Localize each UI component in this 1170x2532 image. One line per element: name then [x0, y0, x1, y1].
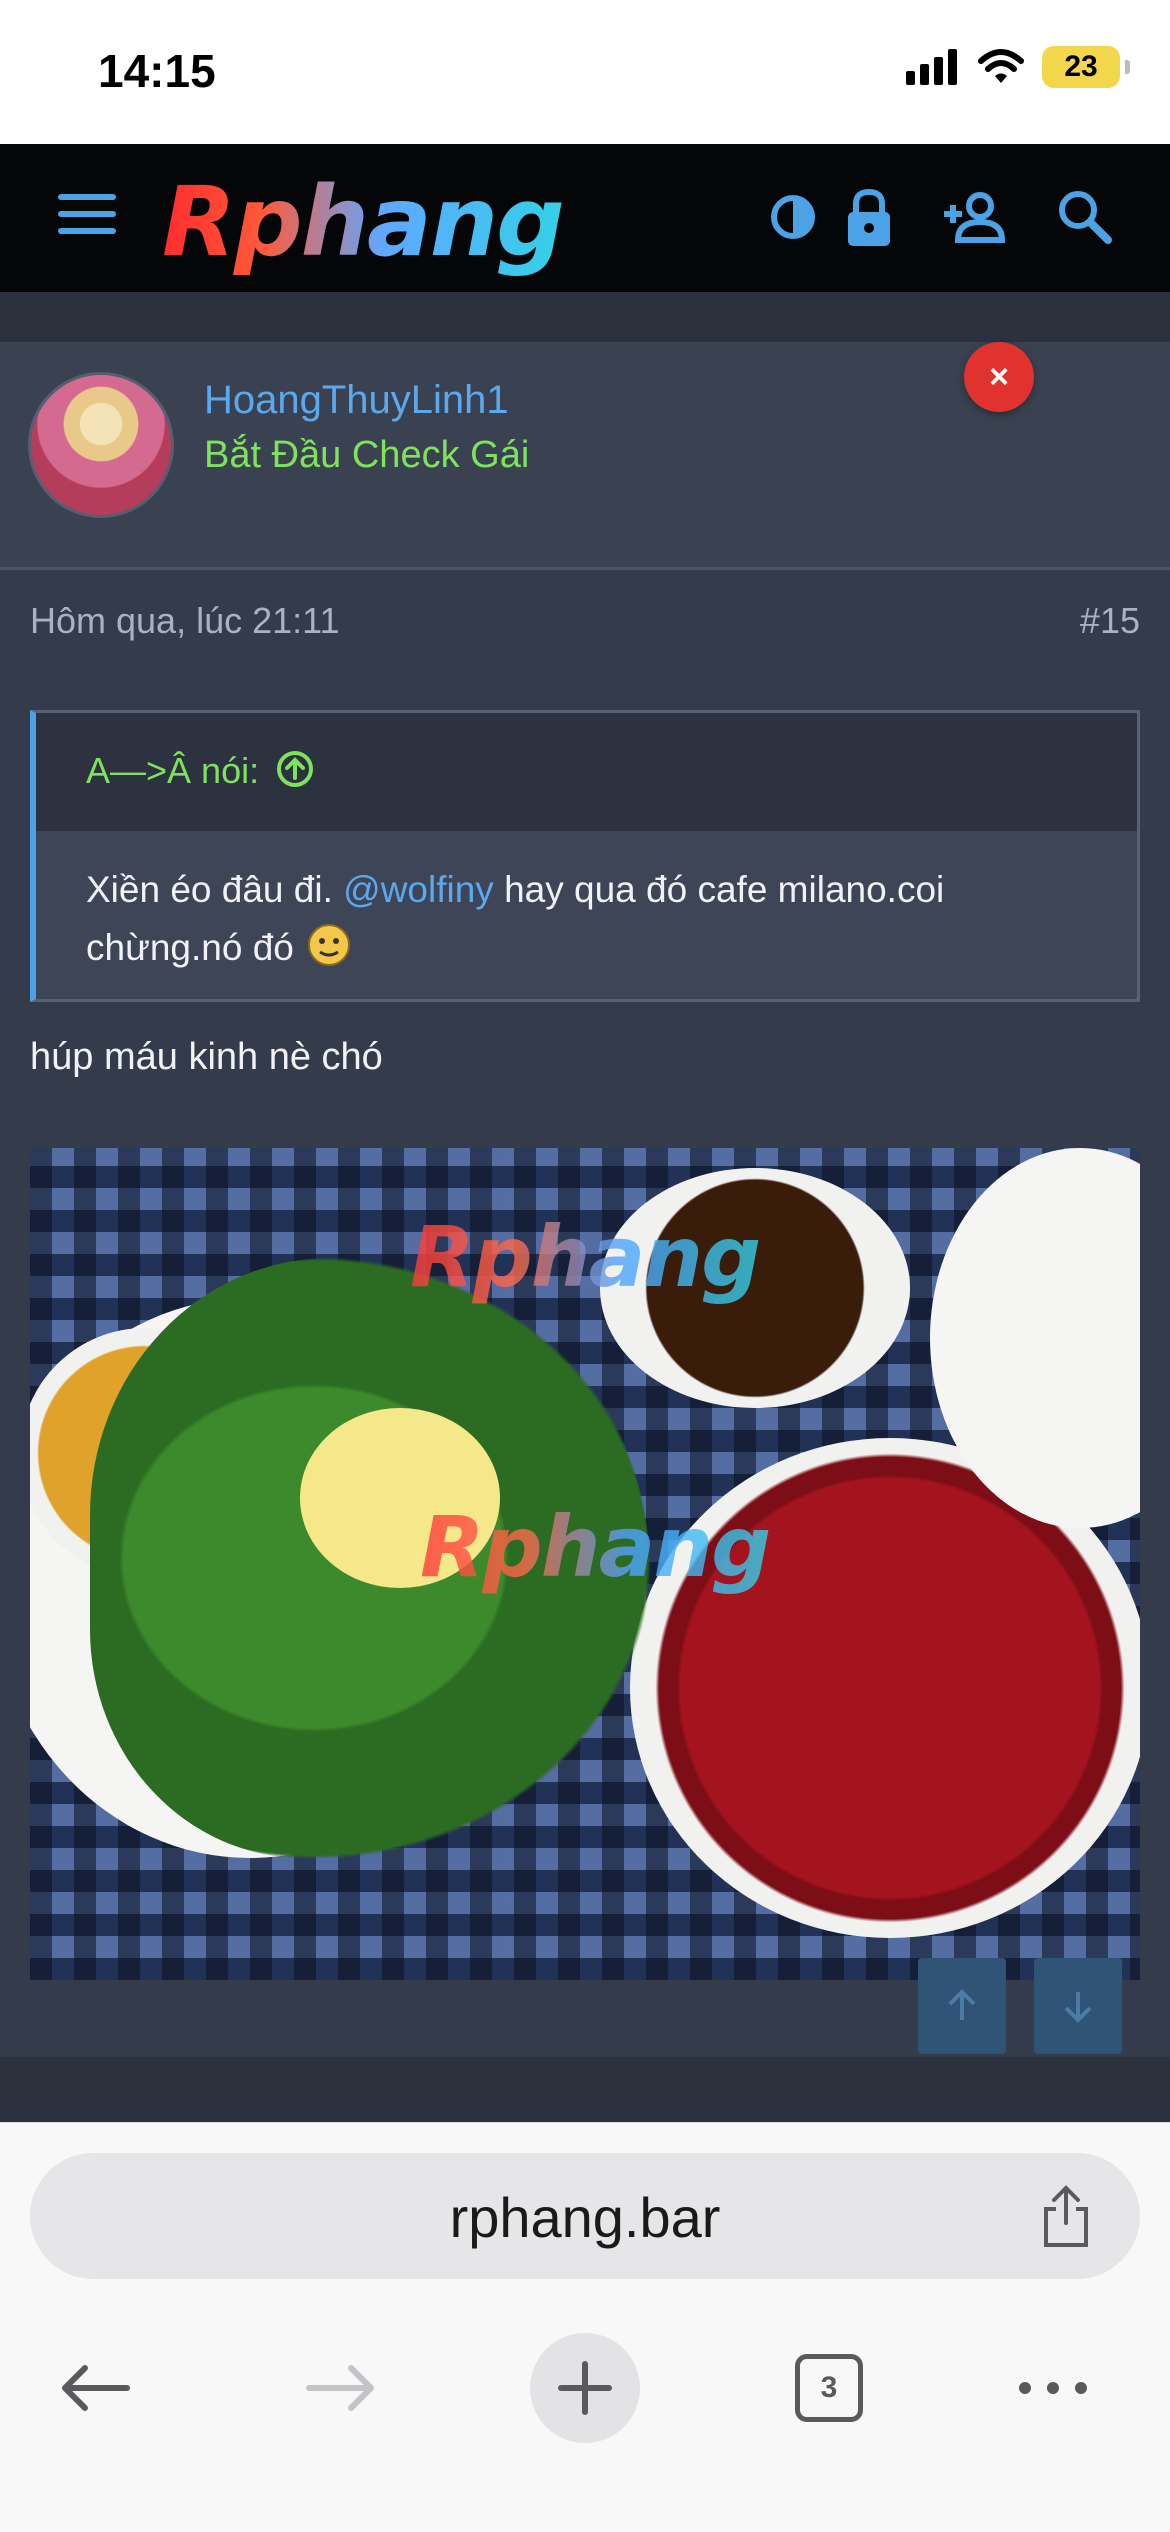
scroll-up-button[interactable]	[918, 1958, 1006, 2054]
status-indicators: 23	[906, 46, 1130, 88]
scroll-down-button[interactable]	[1034, 1958, 1122, 2054]
forward-icon	[306, 2365, 374, 2411]
quote-block: A—>Â nói: Xiền éo đâu đi. @wolfiny hay q…	[30, 710, 1140, 1002]
status-bar: 14:15 23	[0, 0, 1170, 144]
search-icon[interactable]	[1052, 184, 1118, 250]
arrow-up-icon	[948, 1989, 976, 2020]
post-user-title: Bắt Đầu Check Gái	[204, 434, 530, 476]
mention-link[interactable]: @wolfiny	[343, 869, 494, 910]
hamburger-icon[interactable]	[58, 194, 116, 238]
back-icon	[62, 2365, 130, 2411]
browser-nav-row: 3	[0, 2333, 1170, 2453]
post-number[interactable]: #15	[1080, 600, 1140, 642]
back-button[interactable]	[40, 2333, 150, 2443]
post-user-block: HoangThuyLinh1 Bắt Đầu Check Gái ×	[0, 342, 1170, 570]
avatar[interactable]	[28, 372, 174, 518]
new-tab-button[interactable]	[530, 2333, 640, 2443]
arrow-up-circle-icon[interactable]	[275, 749, 315, 789]
contrast-icon[interactable]	[760, 184, 826, 250]
quote-author: A—>Â nói:	[86, 750, 260, 791]
wifi-icon	[978, 49, 1024, 83]
lock-icon[interactable]	[836, 184, 902, 250]
arrow-down-icon	[1064, 1992, 1092, 2023]
forward-button[interactable]	[286, 2333, 396, 2443]
site-header: Rphang	[0, 144, 1170, 292]
battery-indicator: 23	[1042, 46, 1130, 88]
address-bar[interactable]: rphang.bar	[30, 2153, 1140, 2279]
tabs-button[interactable]: 3	[774, 2333, 884, 2443]
image-watermark: Rphang	[410, 1208, 761, 1306]
image-watermark: Rphang	[420, 1498, 771, 1596]
post-date[interactable]: Hôm qua, lúc 21:11	[30, 600, 340, 642]
close-button[interactable]: ×	[964, 342, 1034, 412]
url-text[interactable]: rphang.bar	[30, 2185, 1140, 2250]
tabs-count: 3	[795, 2354, 863, 2422]
more-button[interactable]	[998, 2333, 1108, 2443]
status-time: 14:15	[98, 45, 216, 97]
emoji-icon	[308, 924, 351, 966]
share-icon[interactable]	[1036, 2183, 1096, 2249]
post-card: HoangThuyLinh1 Bắt Đầu Check Gái × Hôm q…	[0, 342, 1170, 2057]
quote-text-before: Xiền éo đâu đi.	[86, 869, 333, 910]
browser-toolbar: rphang.bar 3	[0, 2122, 1170, 2532]
add-user-icon[interactable]	[940, 184, 1006, 250]
quote-header[interactable]: A—>Â nói:	[36, 713, 1137, 831]
more-icon	[1019, 2382, 1087, 2394]
post-username[interactable]: HoangThuyLinh1	[204, 378, 509, 423]
quote-body: Xiền éo đâu đi. @wolfiny hay qua đó cafe…	[36, 831, 1137, 977]
site-logo[interactable]: Rphang	[162, 166, 565, 278]
post-image[interactable]: Rphang Rphang	[30, 1148, 1140, 1980]
plus-icon	[558, 2361, 612, 2415]
post-text: húp máu kinh nè chó	[30, 1036, 383, 1078]
cellular-signal-icon	[906, 49, 957, 85]
